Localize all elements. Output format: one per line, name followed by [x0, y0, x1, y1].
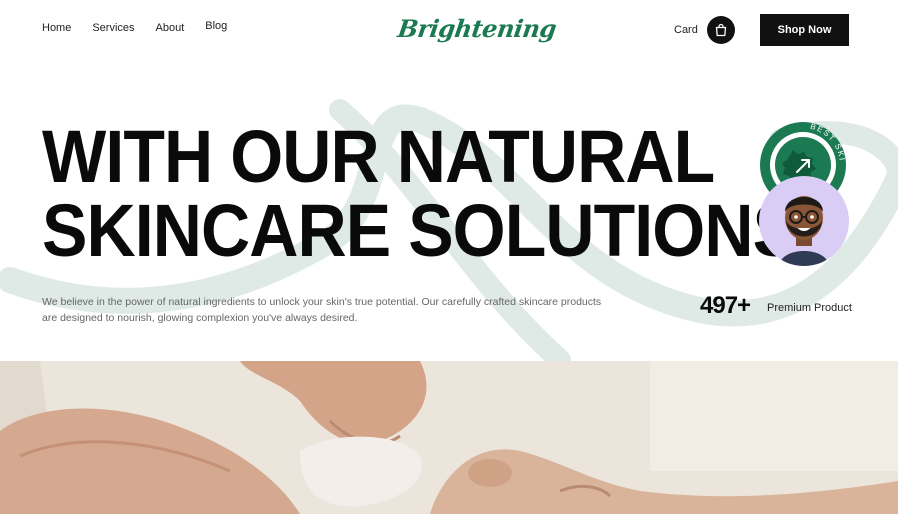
nav-link-services[interactable]: Services	[92, 22, 134, 34]
nav-links: Home Services About Blog	[42, 20, 227, 34]
hero-description: We believe in the power of natural ingre…	[42, 296, 602, 324]
stat-label: Premium Product	[767, 302, 852, 314]
avatar	[759, 176, 849, 266]
nav-link-about[interactable]: About	[156, 22, 185, 34]
skincare-treatment-photo	[0, 361, 898, 514]
stat-number: 497+	[700, 292, 751, 319]
top-navigation: Home Services About Blog Brightening Car…	[0, 0, 898, 62]
hero-photo	[0, 361, 898, 514]
shop-now-button[interactable]: Shop Now	[760, 14, 849, 46]
card-link[interactable]: Card	[674, 24, 698, 36]
shopping-bag-icon	[715, 23, 727, 37]
brand-logo[interactable]: Brightening	[396, 14, 558, 43]
headline-line-1: WITH OUR NATURAL	[42, 115, 715, 198]
headline-line-2: SKINCARE SOLUTIONS	[42, 189, 798, 272]
nav-link-home[interactable]: Home	[42, 22, 71, 34]
hero-headline: WITH OUR NATURAL SKINCARE SOLUTIONS	[42, 115, 798, 272]
memoji-avatar-icon	[779, 196, 829, 266]
nav-link-blog[interactable]: Blog	[205, 20, 227, 34]
cart-button[interactable]	[707, 16, 735, 44]
